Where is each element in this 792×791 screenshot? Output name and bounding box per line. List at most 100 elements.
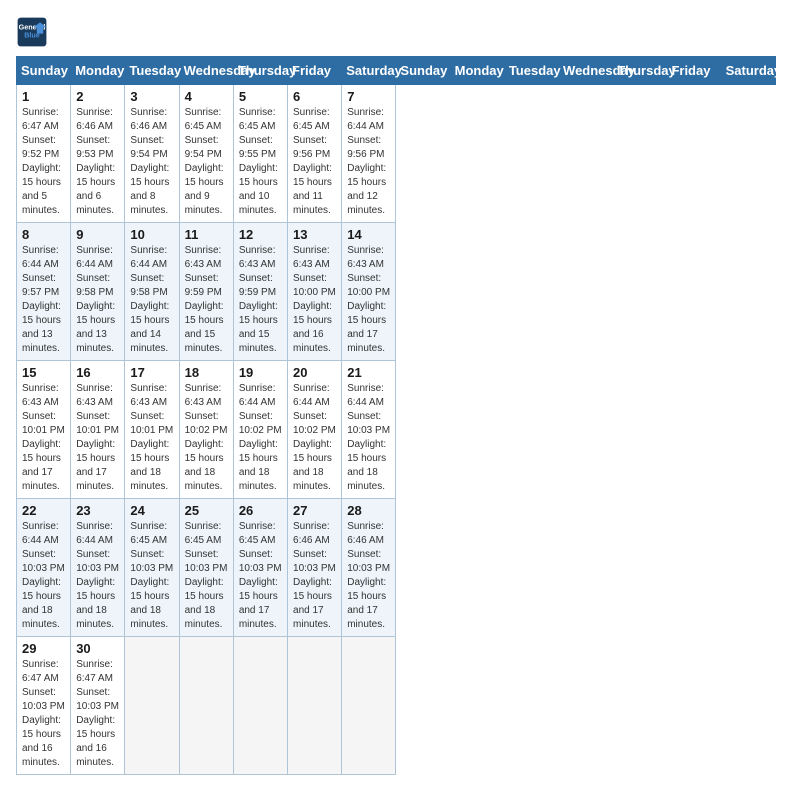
day-info: Sunrise: 6:43 AMSunset: 9:59 PMDaylight:… bbox=[185, 244, 228, 356]
day-info: Sunrise: 6:44 AMSunset: 9:58 PMDaylight:… bbox=[130, 244, 173, 356]
day-of-week-header: Saturday bbox=[342, 57, 396, 85]
day-of-week-header: Tuesday bbox=[125, 57, 179, 85]
calendar-cell: 25 Sunrise: 6:45 AMSunset: 10:03 PMDayli… bbox=[179, 499, 233, 637]
day-number: 9 bbox=[76, 227, 119, 242]
day-number: 6 bbox=[293, 89, 336, 104]
day-info: Sunrise: 6:43 AMSunset: 10:00 PMDaylight… bbox=[347, 244, 390, 356]
day-number: 28 bbox=[347, 503, 390, 518]
calendar-cell: 21 Sunrise: 6:44 AMSunset: 10:03 PMDayli… bbox=[342, 361, 396, 499]
day-info: Sunrise: 6:43 AMSunset: 10:01 PMDaylight… bbox=[22, 382, 65, 494]
day-info: Sunrise: 6:44 AMSunset: 10:03 PMDaylight… bbox=[347, 382, 390, 494]
day-number: 23 bbox=[76, 503, 119, 518]
calendar-cell: 6 Sunrise: 6:45 AMSunset: 9:56 PMDayligh… bbox=[288, 85, 342, 223]
calendar-week-row: 1 Sunrise: 6:47 AMSunset: 9:52 PMDayligh… bbox=[17, 85, 776, 223]
calendar-cell: 4 Sunrise: 6:45 AMSunset: 9:54 PMDayligh… bbox=[179, 85, 233, 223]
day-info: Sunrise: 6:47 AMSunset: 9:52 PMDaylight:… bbox=[22, 106, 65, 218]
calendar-cell: 20 Sunrise: 6:44 AMSunset: 10:02 PMDayli… bbox=[288, 361, 342, 499]
calendar-cell: 1 Sunrise: 6:47 AMSunset: 9:52 PMDayligh… bbox=[17, 85, 71, 223]
calendar-cell: 5 Sunrise: 6:45 AMSunset: 9:55 PMDayligh… bbox=[233, 85, 287, 223]
day-info: Sunrise: 6:44 AMSunset: 10:02 PMDaylight… bbox=[293, 382, 336, 494]
day-of-week-header: Monday bbox=[450, 57, 504, 85]
calendar-cell: 3 Sunrise: 6:46 AMSunset: 9:54 PMDayligh… bbox=[125, 85, 179, 223]
calendar-cell: 17 Sunrise: 6:43 AMSunset: 10:01 PMDayli… bbox=[125, 361, 179, 499]
calendar-cell: 22 Sunrise: 6:44 AMSunset: 10:03 PMDayli… bbox=[17, 499, 71, 637]
day-of-week-header: Tuesday bbox=[504, 57, 558, 85]
day-info: Sunrise: 6:46 AMSunset: 9:53 PMDaylight:… bbox=[76, 106, 119, 218]
calendar-cell: 23 Sunrise: 6:44 AMSunset: 10:03 PMDayli… bbox=[71, 499, 125, 637]
day-info: Sunrise: 6:45 AMSunset: 10:03 PMDaylight… bbox=[239, 520, 282, 632]
day-number: 5 bbox=[239, 89, 282, 104]
calendar-cell: 16 Sunrise: 6:43 AMSunset: 10:01 PMDayli… bbox=[71, 361, 125, 499]
calendar-cell: 12 Sunrise: 6:43 AMSunset: 9:59 PMDaylig… bbox=[233, 223, 287, 361]
day-info: Sunrise: 6:44 AMSunset: 10:03 PMDaylight… bbox=[22, 520, 65, 632]
day-number: 11 bbox=[185, 227, 228, 242]
day-info: Sunrise: 6:46 AMSunset: 9:54 PMDaylight:… bbox=[130, 106, 173, 218]
calendar-table: SundayMondayTuesdayWednesdayThursdayFrid… bbox=[16, 56, 776, 775]
calendar-cell: 13 Sunrise: 6:43 AMSunset: 10:00 PMDayli… bbox=[288, 223, 342, 361]
day-info: Sunrise: 6:44 AMSunset: 9:57 PMDaylight:… bbox=[22, 244, 65, 356]
calendar-cell bbox=[233, 637, 287, 775]
day-number: 16 bbox=[76, 365, 119, 380]
day-of-week-header: Sunday bbox=[17, 57, 71, 85]
calendar-cell bbox=[125, 637, 179, 775]
day-info: Sunrise: 6:45 AMSunset: 9:55 PMDaylight:… bbox=[239, 106, 282, 218]
calendar-cell: 18 Sunrise: 6:43 AMSunset: 10:02 PMDayli… bbox=[179, 361, 233, 499]
day-info: Sunrise: 6:43 AMSunset: 10:00 PMDaylight… bbox=[293, 244, 336, 356]
day-info: Sunrise: 6:44 AMSunset: 10:03 PMDaylight… bbox=[76, 520, 119, 632]
calendar-cell bbox=[342, 637, 396, 775]
header: General Blue bbox=[16, 16, 776, 48]
day-info: Sunrise: 6:43 AMSunset: 10:01 PMDaylight… bbox=[130, 382, 173, 494]
calendar-cell: 19 Sunrise: 6:44 AMSunset: 10:02 PMDayli… bbox=[233, 361, 287, 499]
day-of-week-header: Sunday bbox=[396, 57, 450, 85]
day-of-week-header: Thursday bbox=[613, 57, 667, 85]
day-number: 19 bbox=[239, 365, 282, 380]
day-info: Sunrise: 6:45 AMSunset: 9:54 PMDaylight:… bbox=[185, 106, 228, 218]
calendar-cell: 11 Sunrise: 6:43 AMSunset: 9:59 PMDaylig… bbox=[179, 223, 233, 361]
day-number: 2 bbox=[76, 89, 119, 104]
day-of-week-header: Wednesday bbox=[179, 57, 233, 85]
day-info: Sunrise: 6:47 AMSunset: 10:03 PMDaylight… bbox=[76, 658, 119, 770]
day-number: 21 bbox=[347, 365, 390, 380]
calendar-week-row: 22 Sunrise: 6:44 AMSunset: 10:03 PMDayli… bbox=[17, 499, 776, 637]
calendar-cell: 15 Sunrise: 6:43 AMSunset: 10:01 PMDayli… bbox=[17, 361, 71, 499]
day-of-week-header: Saturday bbox=[721, 57, 775, 85]
calendar-week-row: 29 Sunrise: 6:47 AMSunset: 10:03 PMDayli… bbox=[17, 637, 776, 775]
day-of-week-header: Friday bbox=[667, 57, 721, 85]
day-of-week-header: Thursday bbox=[233, 57, 287, 85]
day-info: Sunrise: 6:46 AMSunset: 10:03 PMDaylight… bbox=[293, 520, 336, 632]
calendar-cell: 7 Sunrise: 6:44 AMSunset: 9:56 PMDayligh… bbox=[342, 85, 396, 223]
day-info: Sunrise: 6:43 AMSunset: 10:01 PMDaylight… bbox=[76, 382, 119, 494]
day-info: Sunrise: 6:44 AMSunset: 9:56 PMDaylight:… bbox=[347, 106, 390, 218]
day-number: 3 bbox=[130, 89, 173, 104]
day-number: 17 bbox=[130, 365, 173, 380]
day-number: 1 bbox=[22, 89, 65, 104]
day-info: Sunrise: 6:43 AMSunset: 10:02 PMDaylight… bbox=[185, 382, 228, 494]
calendar-cell: 24 Sunrise: 6:45 AMSunset: 10:03 PMDayli… bbox=[125, 499, 179, 637]
day-number: 15 bbox=[22, 365, 65, 380]
calendar-week-row: 15 Sunrise: 6:43 AMSunset: 10:01 PMDayli… bbox=[17, 361, 776, 499]
calendar-cell: 29 Sunrise: 6:47 AMSunset: 10:03 PMDayli… bbox=[17, 637, 71, 775]
day-info: Sunrise: 6:46 AMSunset: 10:03 PMDaylight… bbox=[347, 520, 390, 632]
calendar-header-row: SundayMondayTuesdayWednesdayThursdayFrid… bbox=[17, 57, 776, 85]
calendar-cell: 8 Sunrise: 6:44 AMSunset: 9:57 PMDayligh… bbox=[17, 223, 71, 361]
day-info: Sunrise: 6:45 AMSunset: 9:56 PMDaylight:… bbox=[293, 106, 336, 218]
day-number: 26 bbox=[239, 503, 282, 518]
day-number: 20 bbox=[293, 365, 336, 380]
calendar-cell: 28 Sunrise: 6:46 AMSunset: 10:03 PMDayli… bbox=[342, 499, 396, 637]
day-number: 24 bbox=[130, 503, 173, 518]
day-of-week-header: Friday bbox=[288, 57, 342, 85]
logo: General Blue bbox=[16, 16, 52, 48]
calendar-cell: 10 Sunrise: 6:44 AMSunset: 9:58 PMDaylig… bbox=[125, 223, 179, 361]
day-number: 13 bbox=[293, 227, 336, 242]
logo-icon: General Blue bbox=[16, 16, 48, 48]
day-info: Sunrise: 6:44 AMSunset: 9:58 PMDaylight:… bbox=[76, 244, 119, 356]
calendar-cell: 9 Sunrise: 6:44 AMSunset: 9:58 PMDayligh… bbox=[71, 223, 125, 361]
calendar-cell bbox=[288, 637, 342, 775]
day-info: Sunrise: 6:45 AMSunset: 10:03 PMDaylight… bbox=[130, 520, 173, 632]
day-number: 4 bbox=[185, 89, 228, 104]
day-number: 27 bbox=[293, 503, 336, 518]
day-info: Sunrise: 6:43 AMSunset: 9:59 PMDaylight:… bbox=[239, 244, 282, 356]
calendar-cell: 30 Sunrise: 6:47 AMSunset: 10:03 PMDayli… bbox=[71, 637, 125, 775]
day-number: 8 bbox=[22, 227, 65, 242]
day-number: 29 bbox=[22, 641, 65, 656]
